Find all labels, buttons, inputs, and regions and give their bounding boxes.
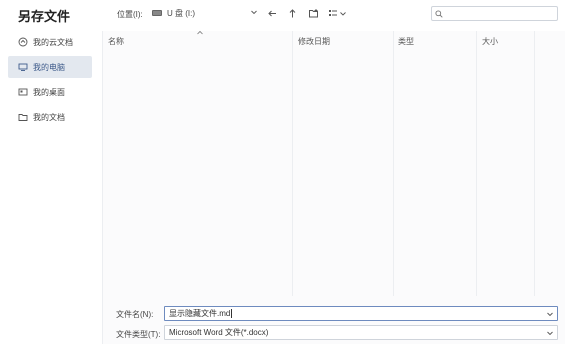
sidebar-item-desktop[interactable]: 我的桌面 xyxy=(8,81,92,103)
sidebar-nav: 我的云文档 我的电脑 我的桌面 我的文档 xyxy=(8,31,92,131)
sidebar-item-label: 我的文档 xyxy=(33,112,65,122)
filename-field[interactable]: 显示隐藏文件.md xyxy=(164,306,558,321)
sidebar-item-label: 我的电脑 xyxy=(33,62,65,72)
new-folder-button[interactable] xyxy=(307,7,319,19)
location-value: U 盘 (I:) xyxy=(167,8,195,18)
search-field[interactable] xyxy=(431,6,558,21)
list-view-icon xyxy=(329,9,346,16)
sidebar-item-cloud-docs[interactable]: 我的云文档 xyxy=(8,31,92,53)
sidebar-item-documents[interactable]: 我的文档 xyxy=(8,106,92,128)
folder-icon xyxy=(18,112,28,122)
search-icon xyxy=(435,10,443,18)
chevron-down-icon xyxy=(547,331,553,336)
sidebar-item-label: 我的桌面 xyxy=(33,87,65,97)
back-button[interactable] xyxy=(266,7,278,19)
column-header-size[interactable]: 大小 xyxy=(482,36,498,47)
sidebar-item-label: 我的云文档 xyxy=(33,37,73,47)
chevron-down-icon xyxy=(251,10,257,15)
filetype-label: 文件类型(T): xyxy=(116,330,161,339)
sidebar-item-my-computer[interactable]: 我的电脑 xyxy=(8,56,92,78)
arrow-up-icon xyxy=(289,8,295,17)
location-label: 位置(I): xyxy=(117,10,143,19)
new-folder-icon xyxy=(308,8,318,17)
filename-value: 显示隐藏文件.md xyxy=(169,309,231,318)
search-input[interactable] xyxy=(446,8,554,19)
chevron-down-icon[interactable] xyxy=(546,310,554,318)
column-header-modified[interactable]: 修改日期 xyxy=(298,36,330,47)
cloud-icon xyxy=(18,37,28,47)
computer-icon xyxy=(18,62,28,72)
filetype-select[interactable]: Microsoft Word 文件(*.docx) xyxy=(164,325,558,340)
up-button[interactable] xyxy=(286,7,298,19)
filename-label: 文件名(N): xyxy=(116,310,154,319)
location-dropdown[interactable]: U 盘 (I:) xyxy=(150,5,260,21)
file-list[interactable] xyxy=(103,50,558,296)
usb-drive-icon xyxy=(152,10,162,16)
arrow-left-icon xyxy=(267,10,276,16)
dialog-title: 另存文件 xyxy=(18,9,71,24)
text-caret xyxy=(231,309,233,318)
column-header-name[interactable]: 名称 xyxy=(108,36,124,47)
desktop-icon xyxy=(18,87,28,97)
column-header-type[interactable]: 类型 xyxy=(398,36,414,47)
view-options-button[interactable] xyxy=(328,7,348,19)
filetype-value: Microsoft Word 文件(*.docx) xyxy=(169,328,269,337)
sort-ascending-icon xyxy=(197,30,203,35)
